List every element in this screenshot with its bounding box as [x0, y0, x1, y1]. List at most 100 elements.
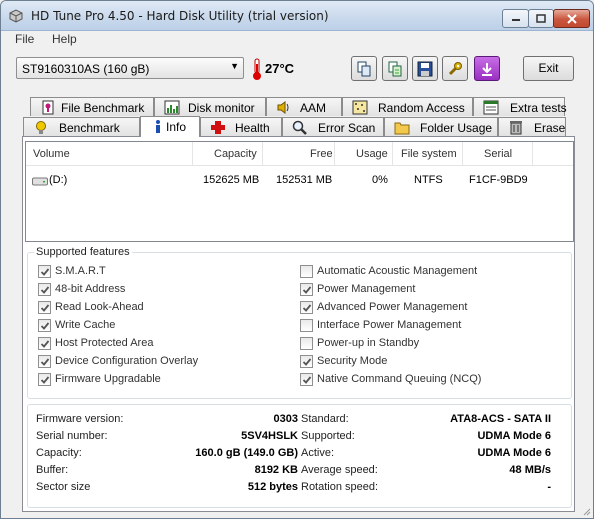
menu-help[interactable]: Help — [52, 32, 77, 46]
disk-monitor-icon — [164, 100, 180, 115]
info-value: 8192 KB — [254, 464, 298, 476]
volume-capacity: 152625 MB — [203, 174, 260, 186]
info-value: 512 bytes — [247, 481, 298, 493]
col-usage[interactable]: Usage — [356, 148, 388, 160]
feature-label: S.M.A.R.T — [55, 265, 106, 277]
options-button[interactable] — [442, 56, 468, 81]
col-capacity[interactable]: Capacity — [214, 148, 257, 160]
supported-features-group: Supported features S.M.A.R.T 48-bit Addre… — [27, 246, 572, 399]
save-button[interactable] — [412, 56, 438, 81]
volume-name: (D:) — [49, 174, 68, 186]
maximize-icon — [536, 14, 546, 23]
tab-extra-tests[interactable]: Extra tests — [473, 97, 567, 116]
feature-checkbox[interactable] — [300, 337, 313, 350]
info-value: ATA8-ACS - SATA II — [450, 413, 551, 425]
feature-checkbox[interactable] — [38, 301, 51, 314]
checkmark-icon — [40, 358, 50, 366]
tab-file-benchmark-label: File Benchmark — [61, 101, 145, 115]
download-button[interactable] — [474, 56, 500, 81]
title-bar[interactable]: HD Tune Pro 4.50 - Hard Disk Utility (tr… — [1, 1, 593, 31]
close-button[interactable] — [553, 9, 590, 28]
feature-label: Power Management — [317, 283, 416, 295]
magnifier-icon — [292, 120, 307, 135]
feature-checkbox[interactable] — [38, 283, 51, 296]
feature-checkbox[interactable] — [38, 319, 51, 332]
info-label: Active: — [301, 447, 335, 459]
resize-grip-icon[interactable] — [581, 506, 591, 516]
menu-bar: File Help — [1, 31, 593, 49]
tab-erase[interactable]: Erase — [498, 117, 566, 136]
copy-info-button[interactable] — [382, 56, 408, 81]
feature-checkbox[interactable] — [300, 373, 313, 386]
tab-health[interactable]: Health — [200, 117, 282, 136]
checkmark-icon — [302, 358, 312, 366]
tab-file-benchmark[interactable]: File Benchmark — [30, 97, 154, 116]
minimize-button[interactable] — [502, 9, 529, 28]
info-icon — [156, 120, 160, 133]
checkmark-icon — [40, 304, 50, 312]
checkmark-icon — [302, 286, 312, 294]
col-volume[interactable]: Volume — [33, 148, 70, 160]
info-label: Capacity: — [36, 447, 82, 459]
col-file-system[interactable]: File system — [401, 148, 457, 160]
tab-info[interactable]: Info — [140, 116, 200, 137]
checkmark-icon — [302, 376, 312, 384]
health-cross-icon — [211, 121, 225, 134]
save-icon — [417, 61, 433, 76]
feature-checkbox[interactable] — [300, 283, 313, 296]
feature-label: Advanced Power Management — [317, 301, 468, 313]
tab-error-scan-label: Error Scan — [318, 121, 376, 135]
tab-folder-usage[interactable]: Folder Usage — [384, 117, 498, 136]
tab-health-label: Health — [235, 121, 270, 135]
col-serial[interactable]: Serial — [484, 148, 512, 160]
info-value: UDMA Mode 6 — [477, 430, 551, 442]
feature-checkbox[interactable] — [38, 265, 51, 278]
info-value: 5SV4HSLK — [241, 430, 298, 442]
window-title: HD Tune Pro 4.50 - Hard Disk Utility (tr… — [31, 9, 329, 23]
feature-checkbox[interactable] — [300, 319, 313, 332]
lightbulb-icon — [36, 121, 46, 134]
drive-icon — [32, 177, 48, 186]
tab-benchmark[interactable]: Benchmark — [23, 117, 140, 136]
tab-random-access-label: Random Access — [378, 101, 465, 115]
extra-tests-icon — [483, 100, 499, 115]
copy-button[interactable] — [351, 56, 377, 81]
feature-label: Security Mode — [317, 355, 388, 367]
checkmark-icon — [40, 286, 50, 294]
copy-icon — [357, 61, 371, 76]
feature-checkbox[interactable] — [300, 301, 313, 314]
feature-checkbox[interactable] — [300, 265, 313, 278]
info-label: Standard: — [301, 413, 349, 425]
info-label: Average speed: — [301, 464, 378, 476]
col-free[interactable]: Free — [310, 148, 333, 160]
feature-checkbox[interactable] — [38, 355, 51, 368]
maximize-button[interactable] — [528, 9, 554, 28]
tab-aam[interactable]: AAM — [266, 97, 342, 116]
speaker-icon — [277, 101, 289, 114]
drive-select[interactable]: ST9160310AS (160 gB) ▼ — [16, 57, 244, 79]
volume-list[interactable]: Volume Capacity Free Usage File system S… — [25, 141, 574, 242]
tab-random-access[interactable]: Random Access — [342, 97, 473, 116]
tab-disk-monitor[interactable]: Disk monitor — [154, 97, 266, 116]
info-label: Sector size — [36, 481, 91, 493]
info-label: Supported: — [301, 430, 355, 442]
download-icon — [482, 62, 492, 76]
thermometer-icon — [253, 58, 261, 80]
feature-checkbox[interactable] — [38, 373, 51, 386]
volume-usage: 0% — [372, 174, 388, 186]
info-panel: Volume Capacity Free Usage File system S… — [22, 136, 575, 512]
checkmark-icon — [40, 268, 50, 276]
feature-checkbox[interactable] — [300, 355, 313, 368]
drive-select-value: ST9160310AS (160 gB) — [22, 62, 150, 76]
feature-checkbox[interactable] — [38, 337, 51, 350]
toolbar: ST9160310AS (160 gB) ▼ 27°C Exit — [1, 49, 593, 89]
menu-file[interactable]: File — [15, 32, 34, 46]
volume-free: 152531 MB — [276, 174, 333, 186]
temperature-readout: 27°C — [265, 61, 295, 76]
exit-button[interactable]: Exit — [523, 56, 574, 81]
checkmark-icon — [302, 304, 312, 312]
info-value: - — [547, 481, 551, 493]
checkmark-icon — [40, 376, 50, 384]
feature-label: Write Cache — [55, 319, 116, 331]
tab-error-scan[interactable]: Error Scan — [282, 117, 384, 136]
